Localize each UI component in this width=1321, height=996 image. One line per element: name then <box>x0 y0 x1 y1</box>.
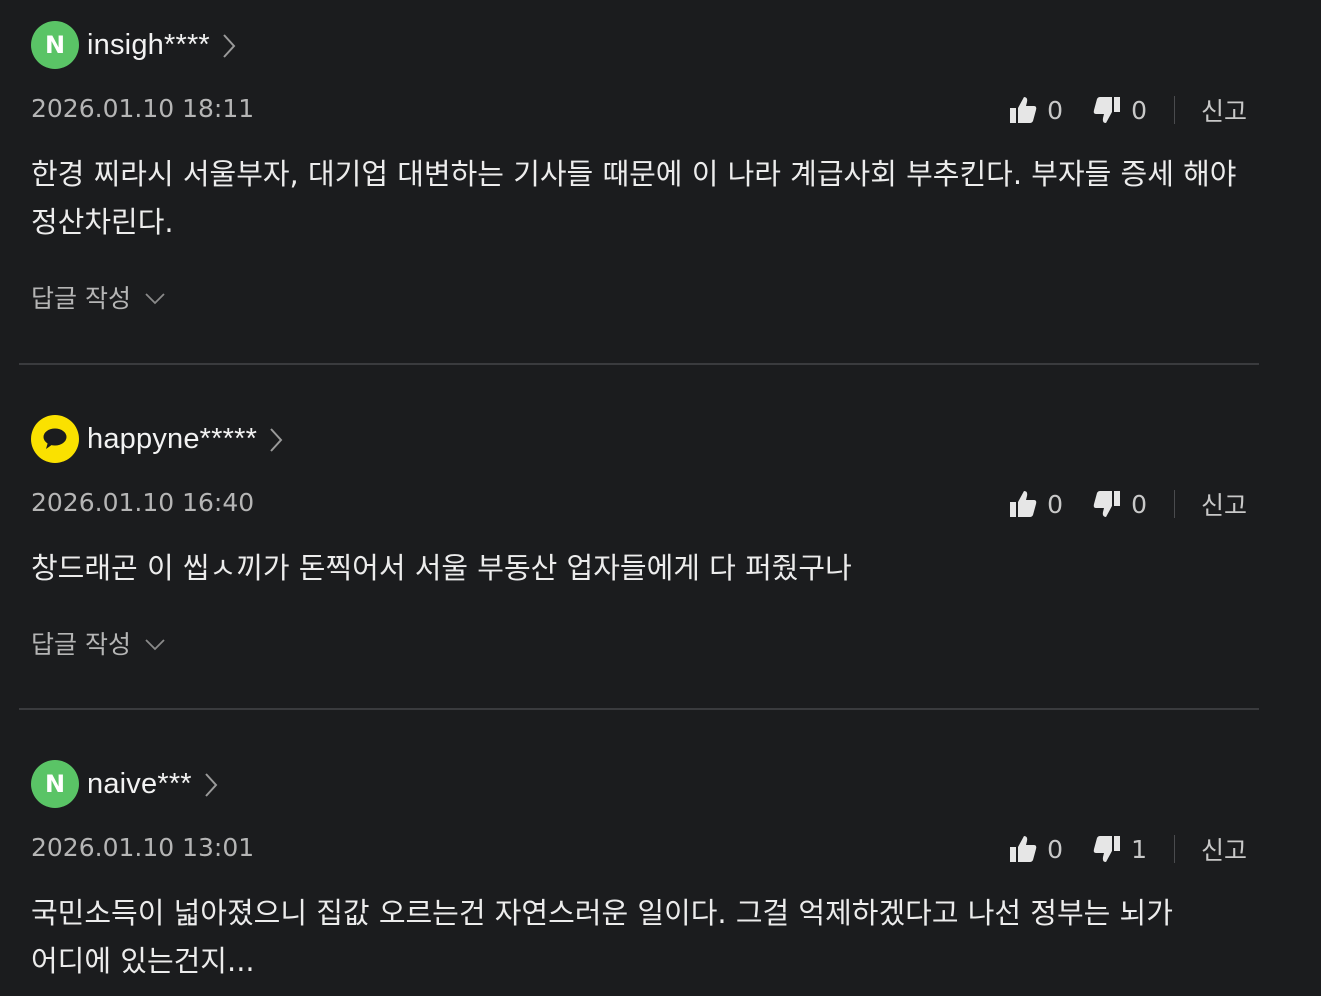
comment-header[interactable]: happyne***** <box>31 415 283 463</box>
comment-meta: 2026.01.10 16:40 0 0 신고 <box>31 486 1247 522</box>
naver-avatar: N <box>31 21 79 69</box>
separator <box>1173 835 1175 863</box>
report-button[interactable]: 신고 <box>1201 92 1247 128</box>
comment-header[interactable]: N insigh**** <box>31 21 236 69</box>
comment-timestamp: 2026.01.10 16:40 <box>31 488 255 517</box>
username[interactable]: happyne***** <box>87 423 257 456</box>
comment-actions: 0 0 신고 <box>1009 92 1247 128</box>
thumbs-down-icon[interactable] <box>1093 489 1121 519</box>
username[interactable]: naive*** <box>87 768 192 801</box>
like-count: 0 <box>1047 95 1064 125</box>
naver-n-icon: N <box>44 770 66 798</box>
kakao-avatar <box>31 415 79 463</box>
comment-header[interactable]: N naive*** <box>31 760 218 808</box>
chevron-right-icon[interactable] <box>204 772 218 798</box>
comment-meta: 2026.01.10 18:11 0 0 신고 <box>31 92 1247 128</box>
like-count: 0 <box>1047 834 1064 864</box>
reply-toggle[interactable]: 답글 작성 <box>31 625 165 661</box>
comment-text: 창드래곤 이 씹ㅅ끼가 돈찍어서 서울 부동산 업자들에게 다 퍼줬구나 <box>31 551 852 585</box>
thumbs-down-icon[interactable] <box>1093 834 1121 864</box>
reply-label: 답글 작성 <box>31 630 131 659</box>
chevron-down-icon <box>145 638 165 650</box>
dislike-count: 1 <box>1131 834 1147 864</box>
username[interactable]: insigh**** <box>87 29 210 62</box>
reply-label: 답글 작성 <box>31 284 131 313</box>
separator <box>1173 490 1175 518</box>
separator <box>1173 96 1175 124</box>
dislike-count: 0 <box>1131 95 1147 125</box>
naver-n-icon: N <box>44 31 66 59</box>
like-count: 0 <box>1047 489 1064 519</box>
report-button[interactable]: 신고 <box>1201 831 1247 867</box>
comment-timestamp: 2026.01.10 13:01 <box>31 833 255 862</box>
chevron-right-icon[interactable] <box>222 33 236 59</box>
thumbs-down-icon[interactable] <box>1093 95 1121 125</box>
comment-divider <box>19 708 1259 710</box>
comment-meta: 2026.01.10 13:01 0 1 신고 <box>31 831 1247 867</box>
reply-toggle[interactable]: 답글 작성 <box>31 279 165 315</box>
comment-text: 국민소득이 넓아졌으니 집값 오르는건 자연스러운 일이다. 그걸 억제하겠다고… <box>31 896 1173 978</box>
comment-actions: 0 1 신고 <box>1009 831 1247 867</box>
comment-timestamp: 2026.01.10 18:11 <box>31 94 255 123</box>
naver-avatar: N <box>31 760 79 808</box>
thumbs-up-icon[interactable] <box>1009 489 1037 519</box>
report-button[interactable]: 신고 <box>1201 486 1247 522</box>
kakao-talk-icon <box>43 428 67 449</box>
dislike-count: 0 <box>1131 489 1147 519</box>
thumbs-up-icon[interactable] <box>1009 834 1037 864</box>
chevron-right-icon[interactable] <box>269 427 283 453</box>
comment-actions: 0 0 신고 <box>1009 486 1247 522</box>
comment-divider <box>19 363 1259 365</box>
comment-text: 한경 찌라시 서울부자, 대기업 대변하는 기사들 때문에 이 나라 계급사회 … <box>31 157 1237 239</box>
thumbs-up-icon[interactable] <box>1009 95 1037 125</box>
chevron-down-icon <box>145 292 165 304</box>
